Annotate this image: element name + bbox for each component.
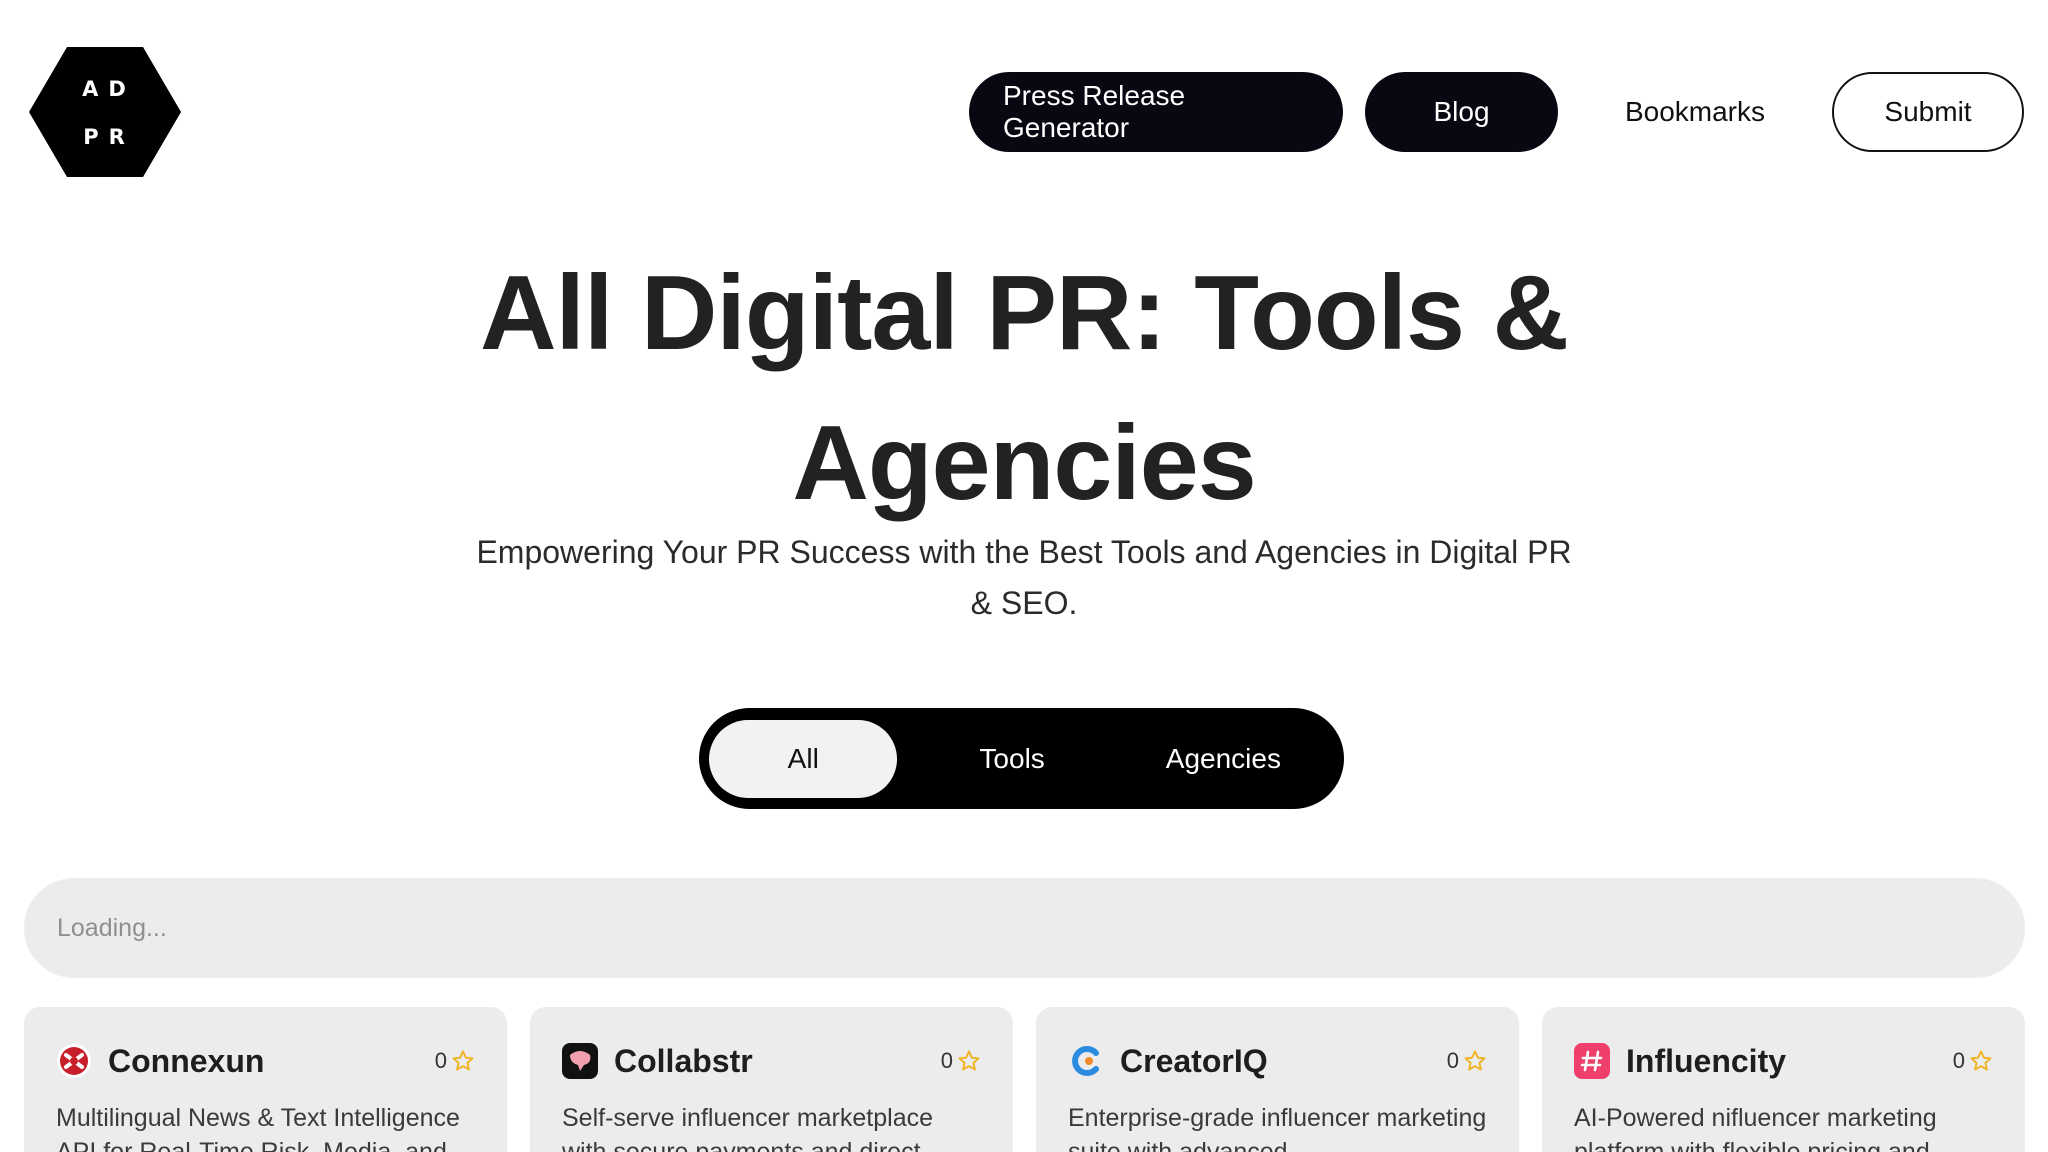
listing-card-creatoriq[interactable]: CreatorIQ 0 Enterprise-grade influencer … xyxy=(1036,1007,1519,1152)
card-title: Connexun xyxy=(108,1042,265,1079)
card-rating[interactable]: 0 xyxy=(1447,1048,1487,1074)
card-title: Collabstr xyxy=(614,1042,753,1079)
filter-all[interactable]: All xyxy=(709,719,898,798)
blog-button[interactable]: Blog xyxy=(1365,72,1558,152)
listing-card-influencity[interactable]: Influencity 0 AI-Powered nifluencer mark… xyxy=(1542,1007,2025,1152)
card-rating[interactable]: 0 xyxy=(1953,1048,1993,1074)
card-rating[interactable]: 0 xyxy=(941,1048,981,1074)
logo-text-line2: PR xyxy=(83,125,135,149)
star-icon xyxy=(1464,1050,1486,1071)
star-icon xyxy=(1970,1050,1992,1071)
rating-count: 0 xyxy=(940,1048,953,1073)
page-subtitle: Empowering Your PR Success with the Best… xyxy=(476,534,1572,621)
connexun-logo-icon xyxy=(56,1043,92,1079)
search-placeholder: Loading... xyxy=(57,913,167,942)
page-subtitle-wrapper: Empowering Your PR Success with the Best… xyxy=(0,527,2048,629)
filter-agencies[interactable]: Agencies xyxy=(1123,720,1324,798)
page-title: All Digital PR: Tools & Agencies xyxy=(479,254,1569,522)
card-title: Influencity xyxy=(1626,1042,1787,1079)
filter-tools[interactable]: Tools xyxy=(911,720,1112,798)
card-rating[interactable]: 0 xyxy=(435,1048,475,1074)
submit-button[interactable]: Submit xyxy=(1832,72,2024,152)
rating-count: 0 xyxy=(434,1048,447,1073)
collabstr-logo-icon xyxy=(562,1043,598,1079)
card-description: Multilingual News & Text Intelligence AP… xyxy=(56,1104,460,1152)
card-description: AI-Powered nifluencer marketing platform… xyxy=(1574,1104,1937,1152)
category-filter: All Tools Agencies xyxy=(699,708,1344,809)
card-title: CreatorIQ xyxy=(1120,1042,1268,1079)
site-logo[interactable]: AD PR xyxy=(29,47,181,177)
bookmarks-link[interactable]: Bookmarks xyxy=(1580,72,1810,152)
star-icon xyxy=(958,1050,980,1071)
press-release-generator-button[interactable]: Press Release Generator xyxy=(969,72,1343,152)
listing-card-connexun[interactable]: Connexun 0 Multilingual News & Text Inte… xyxy=(24,1007,507,1152)
rating-count: 0 xyxy=(1952,1048,1965,1073)
search-input[interactable]: Loading... xyxy=(24,878,2025,978)
listing-card-collabstr[interactable]: Collabstr 0 Self-serve influencer market… xyxy=(530,1007,1013,1152)
listing-grid: Connexun 0 Multilingual News & Text Inte… xyxy=(24,1007,2025,1152)
logo-text-line1: AD xyxy=(82,77,136,101)
star-icon xyxy=(452,1050,474,1071)
creatoriq-logo-icon xyxy=(1068,1043,1104,1079)
main-nav: Press Release Generator Blog Bookmarks S… xyxy=(969,72,2024,152)
page-title-wrapper: All Digital PR: Tools & Agencies xyxy=(0,238,2048,538)
card-description: Enterprise-grade influencer marketing su… xyxy=(1068,1104,1487,1152)
rating-count: 0 xyxy=(1446,1048,1459,1073)
card-description: Self-serve influencer marketplace with s… xyxy=(562,1104,933,1152)
influencity-logo-icon xyxy=(1574,1043,1610,1079)
